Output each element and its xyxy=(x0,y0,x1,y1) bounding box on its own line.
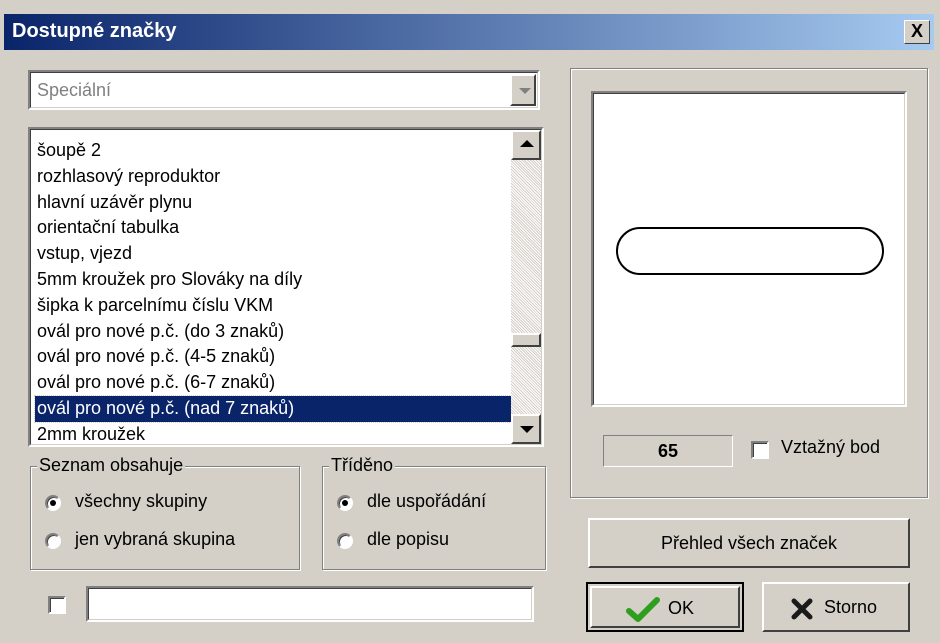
dialog-title: Dostupné značky xyxy=(12,20,177,42)
list-item[interactable]: hlavní uzávěr plynu xyxy=(35,190,513,216)
filter-input[interactable] xyxy=(86,586,534,622)
ok-button[interactable]: OK xyxy=(586,582,744,632)
radio-button[interactable] xyxy=(337,495,353,511)
radio-sort-order-label: dle uspořádání xyxy=(367,491,487,511)
chevron-down-icon xyxy=(519,88,531,94)
symbol-number: 65 xyxy=(603,435,733,467)
symbol-list-items: šoupě 2 rozhlasový reproduktor hlavní uzáv… xyxy=(34,138,514,444)
list-item[interactable]: 2mm kroužek xyxy=(35,422,513,444)
symbol-listbox[interactable]: šoupě 2 rozhlasový reproduktor hlavní uzáv… xyxy=(28,127,544,447)
close-icon: X xyxy=(910,21,923,41)
overview-button[interactable]: Přehled všech značek xyxy=(588,518,910,568)
preview-panel: 65 Vztažný bod xyxy=(570,68,928,498)
dialog-window: Dostupné značky X Speciální šoupě 2 rozhl… xyxy=(0,0,940,643)
reference-point-checkbox[interactable] xyxy=(751,441,769,459)
scrollbar-thumb[interactable] xyxy=(511,333,541,347)
list-item[interactable]: ovál pro nové p.č. (do 3 znaků) xyxy=(35,319,513,345)
list-item[interactable]: orientační tabulka xyxy=(35,215,513,241)
overview-button-label: Přehled všech značek xyxy=(660,533,838,553)
close-button[interactable]: X xyxy=(904,20,930,44)
list-item[interactable]: rozhlasový reproduktor xyxy=(35,164,513,190)
filter-checkbox[interactable] xyxy=(48,596,66,614)
scroll-down-button[interactable] xyxy=(511,414,541,444)
vertical-scrollbar[interactable] xyxy=(511,130,541,444)
ok-button-label: OK xyxy=(668,598,695,618)
category-combobox[interactable]: Speciální xyxy=(28,70,540,110)
sorted-group-label: Tříděno xyxy=(329,455,396,476)
contains-group: Seznam obsahuje všechny skupiny jen vybr… xyxy=(30,455,300,570)
contains-group-label: Seznam obsahuje xyxy=(37,455,186,476)
cancel-button[interactable]: Storno xyxy=(762,582,910,632)
check-icon xyxy=(626,597,660,622)
combobox-dropdown-button[interactable] xyxy=(510,74,536,106)
scroll-up-button[interactable] xyxy=(511,130,541,160)
oval-symbol-icon xyxy=(616,227,884,275)
radio-selected-group-label: jen vybraná skupina xyxy=(75,529,236,549)
title-bar[interactable]: Dostupné značky X xyxy=(4,14,934,50)
radio-all-groups-label: všechny skupiny xyxy=(75,491,208,511)
category-combobox-value: Speciální xyxy=(37,80,112,100)
radio-sort-description-label: dle popisu xyxy=(367,529,450,549)
list-item[interactable]: 5mm kroužek pro Slováky na díly xyxy=(35,267,513,293)
symbol-preview xyxy=(591,91,907,407)
list-item[interactable]: ovál pro nové p.č. (4-5 znaků) xyxy=(35,344,513,370)
list-item[interactable]: vstup, vjezd xyxy=(35,241,513,267)
list-item[interactable]: šipka k parcelnímu číslu VKM xyxy=(35,293,513,319)
list-item[interactable]: šoupě 2 xyxy=(35,138,513,164)
radio-button[interactable] xyxy=(45,495,61,511)
list-item[interactable]: ovál pro nové p.č. (nad 7 znaků) xyxy=(34,394,514,423)
list-item[interactable]: ovál pro nové p.č. (6-7 znaků) xyxy=(35,370,513,396)
arrow-up-icon xyxy=(520,140,534,147)
arrow-down-icon xyxy=(520,426,534,433)
radio-button[interactable] xyxy=(337,533,353,549)
reference-point-label: Vztažný bod xyxy=(781,437,881,457)
sorted-group: Tříděno dle uspořádání dle popisu xyxy=(322,455,546,570)
cancel-button-label: Storno xyxy=(824,597,878,617)
x-icon xyxy=(791,598,813,620)
radio-button[interactable] xyxy=(45,533,61,549)
